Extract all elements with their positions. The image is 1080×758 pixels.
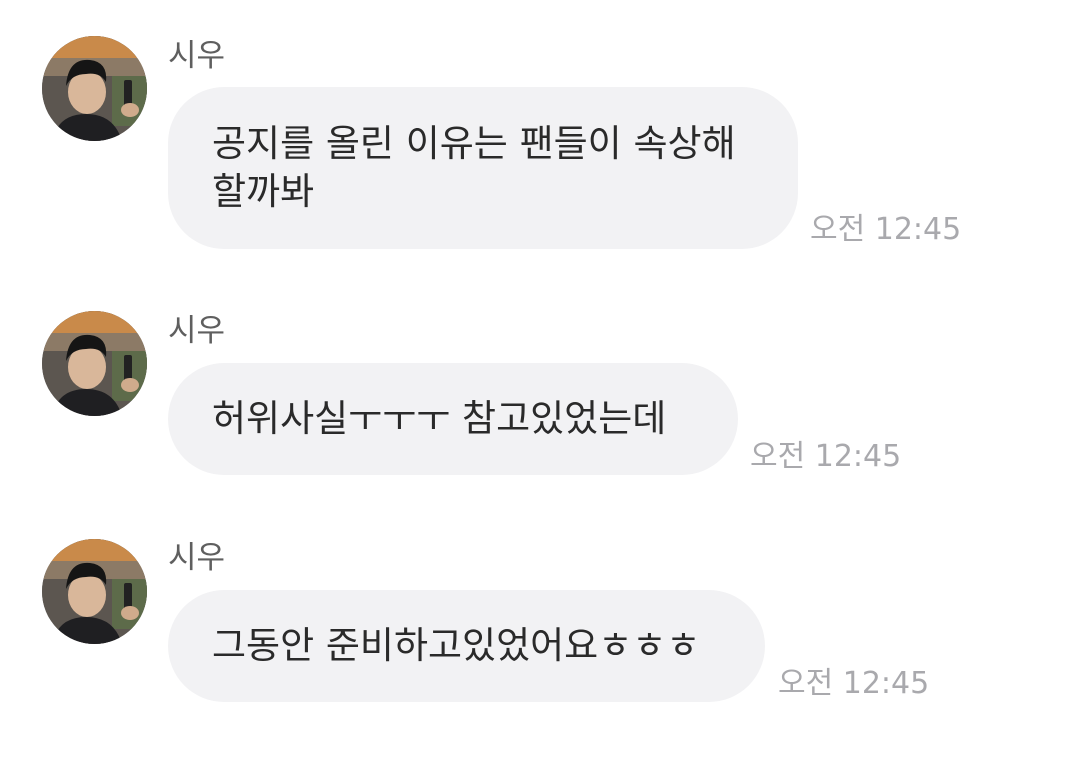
message-bubble[interactable]: 그동안 준비하고있었어요ㅎㅎㅎ [168,590,765,702]
message-text: 그동안 준비하고있었어요ㅎㅎㅎ [212,624,701,667]
sender-name: 시우 [168,38,226,74]
avatar[interactable] [42,539,147,644]
message-text: 공지를 올린 이유는 팬들이 속상해 할까봐 [212,122,736,213]
message-timestamp: 오전 12:45 [810,212,962,247]
avatar[interactable] [42,311,147,416]
profile-photo [42,539,147,644]
message-timestamp: 오전 12:45 [778,666,930,701]
sender-name: 시우 [168,540,226,576]
profile-photo [42,36,147,141]
avatar[interactable] [42,36,147,141]
message-bubble[interactable]: 공지를 올린 이유는 팬들이 속상해 할까봐 [168,87,798,249]
message-timestamp: 오전 12:45 [750,439,902,474]
message-text: 허위사실ㅜㅜㅜ 참고있었는데 [212,397,667,440]
profile-photo [42,311,147,416]
sender-name: 시우 [168,313,226,349]
message-bubble[interactable]: 허위사실ㅜㅜㅜ 참고있었는데 [168,363,738,475]
